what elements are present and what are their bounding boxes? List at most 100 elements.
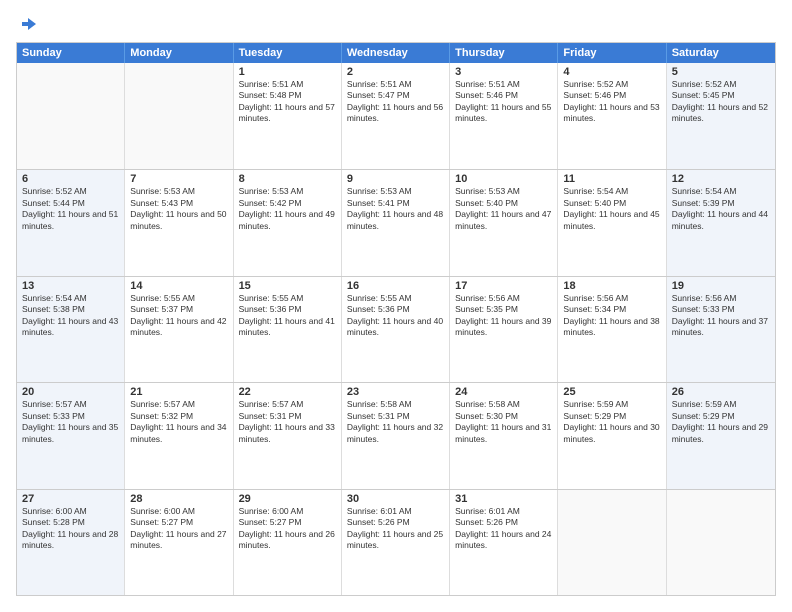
- day-cell-22: 22Sunrise: 5:57 AMSunset: 5:31 PMDayligh…: [234, 383, 342, 488]
- day-info: Sunrise: 5:54 AMSunset: 5:40 PMDaylight:…: [563, 186, 660, 232]
- day-number: 11: [563, 173, 660, 185]
- day-cell-23: 23Sunrise: 5:58 AMSunset: 5:31 PMDayligh…: [342, 383, 450, 488]
- empty-cell: [558, 490, 666, 595]
- day-info: Sunrise: 6:01 AMSunset: 5:26 PMDaylight:…: [347, 506, 444, 552]
- day-number: 10: [455, 173, 552, 185]
- day-info: Sunrise: 5:57 AMSunset: 5:31 PMDaylight:…: [239, 399, 336, 445]
- empty-cell: [667, 490, 775, 595]
- header-day-monday: Monday: [125, 43, 233, 63]
- day-cell-19: 19Sunrise: 5:56 AMSunset: 5:33 PMDayligh…: [667, 277, 775, 382]
- day-number: 1: [239, 66, 336, 78]
- day-info: Sunrise: 6:00 AMSunset: 5:27 PMDaylight:…: [130, 506, 227, 552]
- day-info: Sunrise: 5:56 AMSunset: 5:34 PMDaylight:…: [563, 293, 660, 339]
- day-info: Sunrise: 5:54 AMSunset: 5:38 PMDaylight:…: [22, 293, 119, 339]
- day-number: 19: [672, 280, 770, 292]
- day-number: 27: [22, 493, 119, 505]
- logo-flag-icon: [18, 16, 38, 36]
- empty-cell: [125, 63, 233, 169]
- day-number: 26: [672, 386, 770, 398]
- day-info: Sunrise: 5:56 AMSunset: 5:33 PMDaylight:…: [672, 293, 770, 339]
- header-day-saturday: Saturday: [667, 43, 775, 63]
- day-number: 29: [239, 493, 336, 505]
- day-number: 20: [22, 386, 119, 398]
- day-cell-15: 15Sunrise: 5:55 AMSunset: 5:36 PMDayligh…: [234, 277, 342, 382]
- day-info: Sunrise: 5:55 AMSunset: 5:36 PMDaylight:…: [239, 293, 336, 339]
- day-number: 28: [130, 493, 227, 505]
- day-number: 13: [22, 280, 119, 292]
- day-cell-24: 24Sunrise: 5:58 AMSunset: 5:30 PMDayligh…: [450, 383, 558, 488]
- day-cell-8: 8Sunrise: 5:53 AMSunset: 5:42 PMDaylight…: [234, 170, 342, 275]
- day-cell-4: 4Sunrise: 5:52 AMSunset: 5:46 PMDaylight…: [558, 63, 666, 169]
- day-info: Sunrise: 5:52 AMSunset: 5:46 PMDaylight:…: [563, 79, 660, 125]
- day-info: Sunrise: 5:59 AMSunset: 5:29 PMDaylight:…: [672, 399, 770, 445]
- day-info: Sunrise: 5:59 AMSunset: 5:29 PMDaylight:…: [563, 399, 660, 445]
- day-number: 4: [563, 66, 660, 78]
- day-info: Sunrise: 5:52 AMSunset: 5:45 PMDaylight:…: [672, 79, 770, 125]
- day-cell-3: 3Sunrise: 5:51 AMSunset: 5:46 PMDaylight…: [450, 63, 558, 169]
- day-cell-10: 10Sunrise: 5:53 AMSunset: 5:40 PMDayligh…: [450, 170, 558, 275]
- day-info: Sunrise: 5:51 AMSunset: 5:47 PMDaylight:…: [347, 79, 444, 125]
- day-number: 6: [22, 173, 119, 185]
- day-number: 22: [239, 386, 336, 398]
- day-info: Sunrise: 5:57 AMSunset: 5:33 PMDaylight:…: [22, 399, 119, 445]
- day-cell-7: 7Sunrise: 5:53 AMSunset: 5:43 PMDaylight…: [125, 170, 233, 275]
- day-number: 12: [672, 173, 770, 185]
- day-cell-5: 5Sunrise: 5:52 AMSunset: 5:45 PMDaylight…: [667, 63, 775, 169]
- empty-cell: [17, 63, 125, 169]
- day-cell-12: 12Sunrise: 5:54 AMSunset: 5:39 PMDayligh…: [667, 170, 775, 275]
- header-day-wednesday: Wednesday: [342, 43, 450, 63]
- header-day-sunday: Sunday: [17, 43, 125, 63]
- day-number: 30: [347, 493, 444, 505]
- day-info: Sunrise: 5:57 AMSunset: 5:32 PMDaylight:…: [130, 399, 227, 445]
- header: [16, 16, 776, 32]
- day-info: Sunrise: 5:52 AMSunset: 5:44 PMDaylight:…: [22, 186, 119, 232]
- day-number: 23: [347, 386, 444, 398]
- day-cell-14: 14Sunrise: 5:55 AMSunset: 5:37 PMDayligh…: [125, 277, 233, 382]
- day-cell-31: 31Sunrise: 6:01 AMSunset: 5:26 PMDayligh…: [450, 490, 558, 595]
- day-number: 5: [672, 66, 770, 78]
- day-cell-26: 26Sunrise: 5:59 AMSunset: 5:29 PMDayligh…: [667, 383, 775, 488]
- day-cell-1: 1Sunrise: 5:51 AMSunset: 5:48 PMDaylight…: [234, 63, 342, 169]
- day-cell-17: 17Sunrise: 5:56 AMSunset: 5:35 PMDayligh…: [450, 277, 558, 382]
- day-info: Sunrise: 5:53 AMSunset: 5:40 PMDaylight:…: [455, 186, 552, 232]
- day-number: 9: [347, 173, 444, 185]
- day-number: 2: [347, 66, 444, 78]
- day-info: Sunrise: 5:56 AMSunset: 5:35 PMDaylight:…: [455, 293, 552, 339]
- day-cell-16: 16Sunrise: 5:55 AMSunset: 5:36 PMDayligh…: [342, 277, 450, 382]
- day-number: 16: [347, 280, 444, 292]
- day-info: Sunrise: 5:55 AMSunset: 5:37 PMDaylight:…: [130, 293, 227, 339]
- calendar-header: SundayMondayTuesdayWednesdayThursdayFrid…: [17, 43, 775, 63]
- calendar-row-2: 6Sunrise: 5:52 AMSunset: 5:44 PMDaylight…: [17, 169, 775, 275]
- day-cell-18: 18Sunrise: 5:56 AMSunset: 5:34 PMDayligh…: [558, 277, 666, 382]
- day-number: 8: [239, 173, 336, 185]
- day-number: 24: [455, 386, 552, 398]
- calendar-row-5: 27Sunrise: 6:00 AMSunset: 5:28 PMDayligh…: [17, 489, 775, 595]
- day-info: Sunrise: 5:54 AMSunset: 5:39 PMDaylight:…: [672, 186, 770, 232]
- day-cell-21: 21Sunrise: 5:57 AMSunset: 5:32 PMDayligh…: [125, 383, 233, 488]
- day-cell-20: 20Sunrise: 5:57 AMSunset: 5:33 PMDayligh…: [17, 383, 125, 488]
- day-info: Sunrise: 5:53 AMSunset: 5:41 PMDaylight:…: [347, 186, 444, 232]
- day-cell-28: 28Sunrise: 6:00 AMSunset: 5:27 PMDayligh…: [125, 490, 233, 595]
- day-cell-11: 11Sunrise: 5:54 AMSunset: 5:40 PMDayligh…: [558, 170, 666, 275]
- day-info: Sunrise: 6:01 AMSunset: 5:26 PMDaylight:…: [455, 506, 552, 552]
- day-cell-29: 29Sunrise: 6:00 AMSunset: 5:27 PMDayligh…: [234, 490, 342, 595]
- day-info: Sunrise: 6:00 AMSunset: 5:28 PMDaylight:…: [22, 506, 119, 552]
- day-number: 17: [455, 280, 552, 292]
- page: SundayMondayTuesdayWednesdayThursdayFrid…: [0, 0, 792, 612]
- header-day-thursday: Thursday: [450, 43, 558, 63]
- day-cell-9: 9Sunrise: 5:53 AMSunset: 5:41 PMDaylight…: [342, 170, 450, 275]
- day-number: 3: [455, 66, 552, 78]
- day-cell-6: 6Sunrise: 5:52 AMSunset: 5:44 PMDaylight…: [17, 170, 125, 275]
- day-number: 25: [563, 386, 660, 398]
- day-cell-13: 13Sunrise: 5:54 AMSunset: 5:38 PMDayligh…: [17, 277, 125, 382]
- day-number: 21: [130, 386, 227, 398]
- day-number: 18: [563, 280, 660, 292]
- day-number: 7: [130, 173, 227, 185]
- day-cell-27: 27Sunrise: 6:00 AMSunset: 5:28 PMDayligh…: [17, 490, 125, 595]
- day-cell-2: 2Sunrise: 5:51 AMSunset: 5:47 PMDaylight…: [342, 63, 450, 169]
- day-number: 31: [455, 493, 552, 505]
- day-info: Sunrise: 5:53 AMSunset: 5:42 PMDaylight:…: [239, 186, 336, 232]
- day-cell-25: 25Sunrise: 5:59 AMSunset: 5:29 PMDayligh…: [558, 383, 666, 488]
- calendar-body: 1Sunrise: 5:51 AMSunset: 5:48 PMDaylight…: [17, 63, 775, 595]
- day-number: 14: [130, 280, 227, 292]
